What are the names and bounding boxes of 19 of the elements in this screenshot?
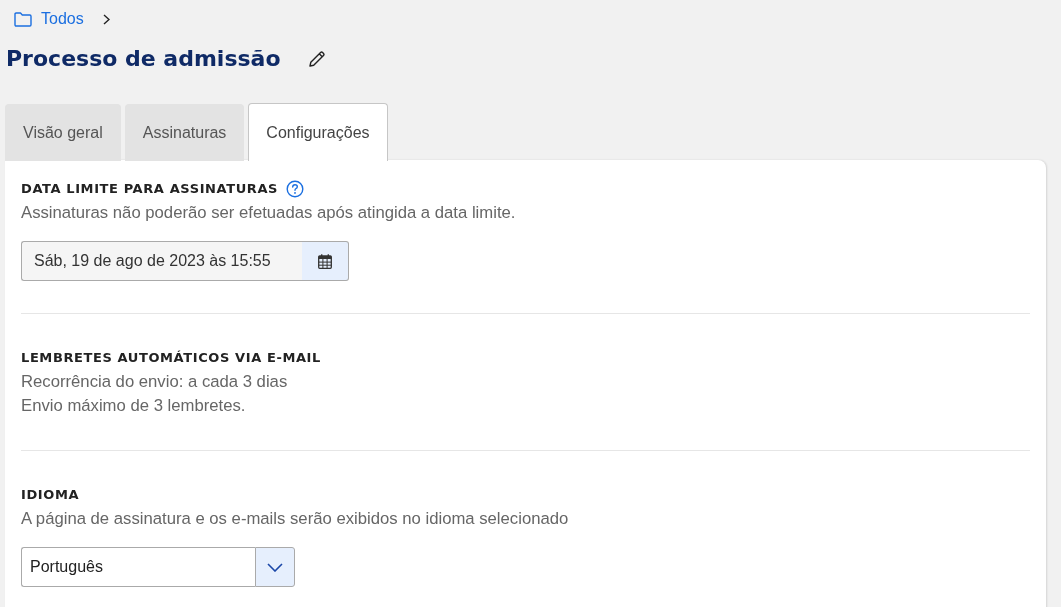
language-dropdown[interactable]: Português: [21, 547, 255, 587]
tab[interactable]: Assinaturas: [124, 104, 245, 161]
chevron-down-icon: [267, 562, 283, 572]
pencil-icon[interactable]: [307, 50, 326, 68]
section-description: Assinaturas não poderão ser efetuadas após atingida a data limite.: [21, 202, 517, 224]
section-title: LEMBRETES AUTOMÁTICOS VIA E-MAIL: [21, 349, 321, 367]
page-title: Processo de admissão: [6, 45, 281, 73]
breadcrumb-link[interactable]: Todos: [41, 8, 84, 30]
section-description: A página de assinatura e os e-mails serão exibidos no idioma selecionado: [21, 508, 570, 530]
help-icon[interactable]: [286, 180, 305, 198]
section-description: Recorrência do envio: a cada 3 dias: [21, 371, 289, 393]
dropdown-button[interactable]: [255, 547, 295, 587]
tab[interactable]: Visão geral: [5, 104, 121, 161]
section-title: IDIOMA: [21, 486, 80, 504]
tab[interactable]: Configurações: [248, 103, 388, 161]
section-description: Envio máximo de 3 lembretes.: [21, 395, 247, 417]
chevron-right-icon: [102, 13, 110, 25]
section-title: DATA LIMITE PARA ASSINATURAS: [21, 180, 279, 198]
folder-icon: [14, 11, 32, 27]
